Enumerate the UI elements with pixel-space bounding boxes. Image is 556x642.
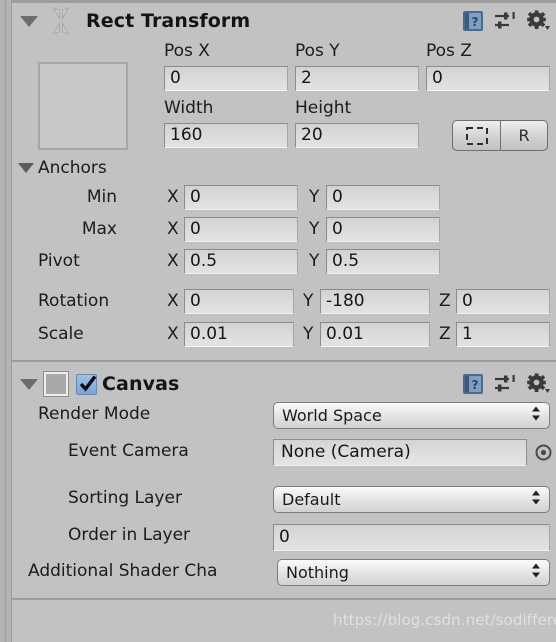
help-book-icon[interactable]: ? [462,373,484,395]
pivot-label: Pivot [38,251,80,271]
preset-sliders-icon[interactable] [494,11,516,31]
triangle-down-icon[interactable] [20,15,38,27]
rotation-y-input[interactable]: -180 [320,289,430,314]
scale-z-axis: Z [439,324,451,344]
width-header: Width [164,98,214,118]
watermark: https://blog.csdn.net/sodifferent [333,611,556,629]
event-camera-object-field[interactable]: None (Camera) [273,439,527,466]
canvas-component-icon [43,371,69,397]
render-mode-value: World Space [282,406,382,425]
pivot-y-input[interactable]: 0.5 [326,249,440,274]
height-input[interactable]: 20 [295,123,419,148]
anchor-min-x-input[interactable]: 0 [184,185,298,210]
anchors-label[interactable]: Anchors [38,153,107,184]
anchor-max-x-input[interactable]: 0 [184,217,298,242]
component-separator [12,358,556,367]
pivot-x-axis: X [167,251,179,271]
scale-z-input[interactable]: 1 [456,322,550,347]
pos-y-header: Pos Y [295,41,340,61]
raw-edit-mode-button[interactable]: R [500,121,547,150]
anchor-max-y-axis: Y [309,219,320,239]
additional-shader-channels-dropdown[interactable]: Nothing [277,559,550,586]
inspector-content: Rect Transform ? Pos X Pos Y Pos Z 0 2 0… [12,3,556,602]
canvas-enabled-checkbox[interactable] [76,373,97,395]
pos-x-header: Pos X [164,41,210,61]
rect-transform-header[interactable]: Rect Transform ? [12,3,556,39]
render-mode-label: Render Mode [38,404,151,424]
additional-shader-channels-label: Additional Shader Cha [28,561,218,581]
anchor-min-y-axis: Y [309,187,320,207]
canvas-header-icons: ? [462,373,550,395]
bottom-separator [12,592,556,602]
rotation-y-axis: Y [303,291,314,311]
gear-icon[interactable] [526,373,550,395]
rect-transform-icon [44,6,78,36]
svg-text:?: ? [472,378,479,392]
anchor-min-x-axis: X [167,187,179,207]
blueprint-mode-button[interactable] [453,121,500,150]
object-picker-icon[interactable] [535,444,552,465]
pos-x-input[interactable]: 0 [164,66,288,91]
order-in-layer-input[interactable]: 0 [273,524,550,551]
rect-transform-title: Rect Transform [86,10,251,32]
sorting-layer-dropdown[interactable]: Default [273,486,550,513]
anchor-min-y-input[interactable]: 0 [326,185,440,210]
anchors-foldout-icon[interactable] [18,163,34,173]
scale-y-input[interactable]: 0.01 [320,322,430,347]
dashed-rect-icon [465,126,488,145]
height-header: Height [295,98,352,118]
rotation-x-input[interactable]: 0 [184,289,294,314]
chevron-updown-icon [531,403,541,428]
rotation-z-axis: Z [439,291,451,311]
additional-shader-channels-value: Nothing [286,563,349,582]
scale-x-axis: X [167,324,179,344]
triangle-down-icon[interactable] [20,378,38,390]
scale-label: Scale [38,324,84,344]
rotation-z-input[interactable]: 0 [456,289,550,314]
pos-z-input[interactable]: 0 [426,66,550,91]
canvas-header[interactable]: Canvas ? [12,367,556,401]
pivot-x-input[interactable]: 0.5 [184,249,298,274]
scale-x-input[interactable]: 0.01 [184,322,294,347]
order-in-layer-label: Order in Layer [68,525,191,545]
canvas-title: Canvas [102,373,180,395]
check-icon [79,374,97,392]
anchor-max-x-axis: X [167,219,179,239]
sorting-layer-value: Default [282,490,341,509]
width-input[interactable]: 160 [164,123,288,148]
sorting-layer-label: Sorting Layer [68,488,182,508]
rect-transform-header-icons: ? [462,10,550,32]
gear-icon[interactable] [526,10,550,32]
scale-y-axis: Y [303,324,314,344]
panel-left-edge [0,0,12,642]
anchor-max-y-input[interactable]: 0 [326,217,440,242]
unity-inspector-panel: Rect Transform ? Pos X Pos Y Pos Z 0 2 0… [0,0,556,642]
chevron-updown-icon [531,560,541,585]
rotation-label: Rotation [38,291,110,311]
pos-y-input[interactable]: 2 [295,66,419,91]
preset-sliders-icon[interactable] [494,374,516,394]
pos-z-header: Pos Z [426,41,472,61]
event-camera-label: Event Camera [68,441,189,461]
anchor-min-label: Min [86,187,117,207]
help-book-icon[interactable]: ? [462,10,484,32]
svg-text:?: ? [472,15,479,29]
rect-mode-toggle-group: R [452,120,548,151]
rotation-x-axis: X [167,291,179,311]
pivot-y-axis: Y [309,251,320,271]
anchor-max-label: Max [81,219,117,239]
chevron-updown-icon [531,487,541,512]
render-mode-dropdown[interactable]: World Space [273,402,550,429]
